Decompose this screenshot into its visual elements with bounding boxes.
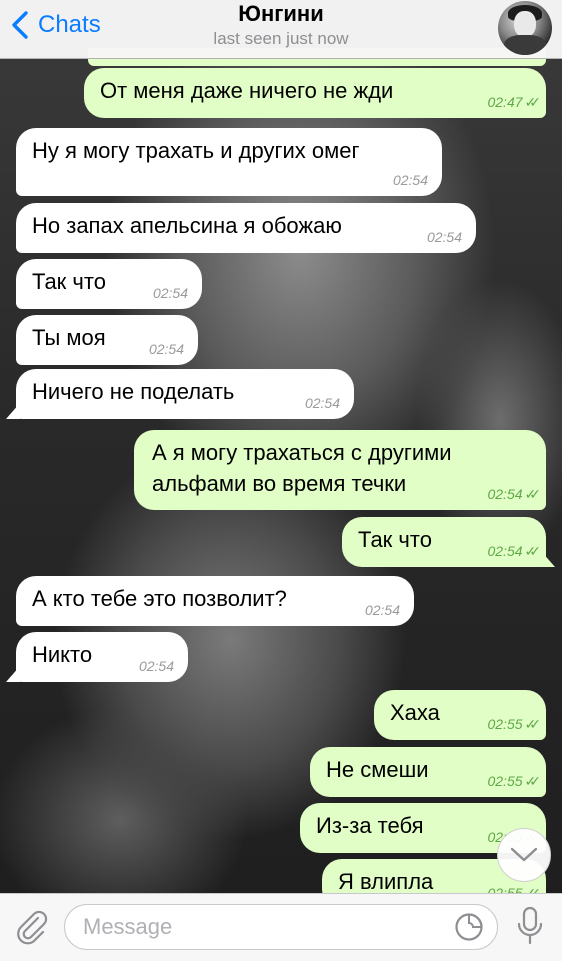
- read-checkmarks-icon: ✓✓: [524, 543, 542, 559]
- read-checkmarks-icon: ✓✓: [524, 486, 542, 502]
- message-time: 02:47 ✓✓: [487, 94, 542, 110]
- message-bubble[interactable]: Не смеши 02:55 ✓✓: [310, 747, 546, 797]
- message-time: 02:54 ✓✓: [487, 486, 542, 502]
- message-time: 02:54: [426, 229, 462, 245]
- microphone-icon[interactable]: [516, 906, 544, 946]
- message-time: 02:54: [148, 341, 184, 357]
- chat-title[interactable]: Юнгини: [0, 1, 562, 27]
- message-text: А я могу трахаться с другими альфами во …: [152, 440, 452, 496]
- read-checkmarks-icon: ✓✓: [524, 716, 542, 732]
- message-text: Так что: [32, 269, 106, 294]
- message-bubble[interactable]: Ну я могу трахать и других омег 02:54: [16, 128, 442, 196]
- read-checkmarks-icon: ✓✓: [524, 773, 542, 789]
- message-text: Но запах апельсина я обожаю: [32, 213, 342, 238]
- message-time: 02:54: [364, 602, 400, 618]
- chat-header: Chats Юнгини last seen just now: [0, 0, 562, 59]
- message-bubble[interactable]: От меня даже ничего не жди 02:47 ✓✓: [84, 68, 546, 118]
- message-bubble[interactable]: Ты моя 02:54: [16, 315, 198, 365]
- message-time: 02:54: [392, 172, 428, 188]
- message-bubble[interactable]: Но запах апельсина я обожаю 02:54: [16, 203, 476, 253]
- message-text: А кто тебе это позволит?: [32, 586, 287, 611]
- message-text: Ничего не поделать: [32, 379, 235, 404]
- sticker-icon[interactable]: [454, 912, 484, 942]
- message-text: Из-за тебя: [316, 813, 424, 838]
- message-bubble[interactable]: Так что 02:54: [16, 259, 202, 309]
- message-bubble[interactable]: Никто 02:54: [16, 632, 188, 682]
- read-checkmarks-icon: ✓✓: [524, 94, 542, 110]
- message-text: Так что: [358, 527, 432, 552]
- message-time: 02:54 ✓✓: [487, 543, 542, 559]
- message-time: 02:54: [304, 395, 340, 411]
- avatar[interactable]: [498, 1, 552, 55]
- message-text: Никто: [32, 642, 93, 667]
- message-input[interactable]: [64, 904, 498, 950]
- message-text: Ну я могу трахать и других омег: [32, 138, 360, 163]
- message-time: 02:54: [152, 285, 188, 301]
- message-bubble[interactable]: А я могу трахаться с другими альфами во …: [134, 430, 546, 510]
- last-seen-status: last seen just now: [213, 29, 349, 48]
- message-time: 02:55✓✓: [487, 773, 542, 789]
- message-text: Хаха: [390, 700, 440, 725]
- paperclip-icon[interactable]: [14, 909, 50, 945]
- message-text: Я влипла: [338, 869, 434, 894]
- message-bubble[interactable]: Хаха 02:55 ✓✓: [374, 690, 546, 740]
- message-text: Не смеши: [326, 757, 429, 782]
- message-time: 02:54: [138, 658, 174, 674]
- message-bubble[interactable]: А кто тебе это позволит? 02:54: [16, 576, 414, 626]
- message-bubble[interactable]: Ничего не поделать 02:54: [16, 369, 354, 419]
- message-text: От меня даже ничего не жди: [100, 78, 394, 103]
- message-text: Ты моя: [32, 325, 106, 350]
- chevron-down-icon: [510, 847, 538, 862]
- scroll-to-bottom-button[interactable]: [497, 828, 551, 882]
- message-time: 02:55✓✓: [487, 716, 542, 732]
- message-input-bar: [0, 893, 562, 961]
- message-bubble[interactable]: Так что 02:54 ✓✓: [342, 517, 546, 567]
